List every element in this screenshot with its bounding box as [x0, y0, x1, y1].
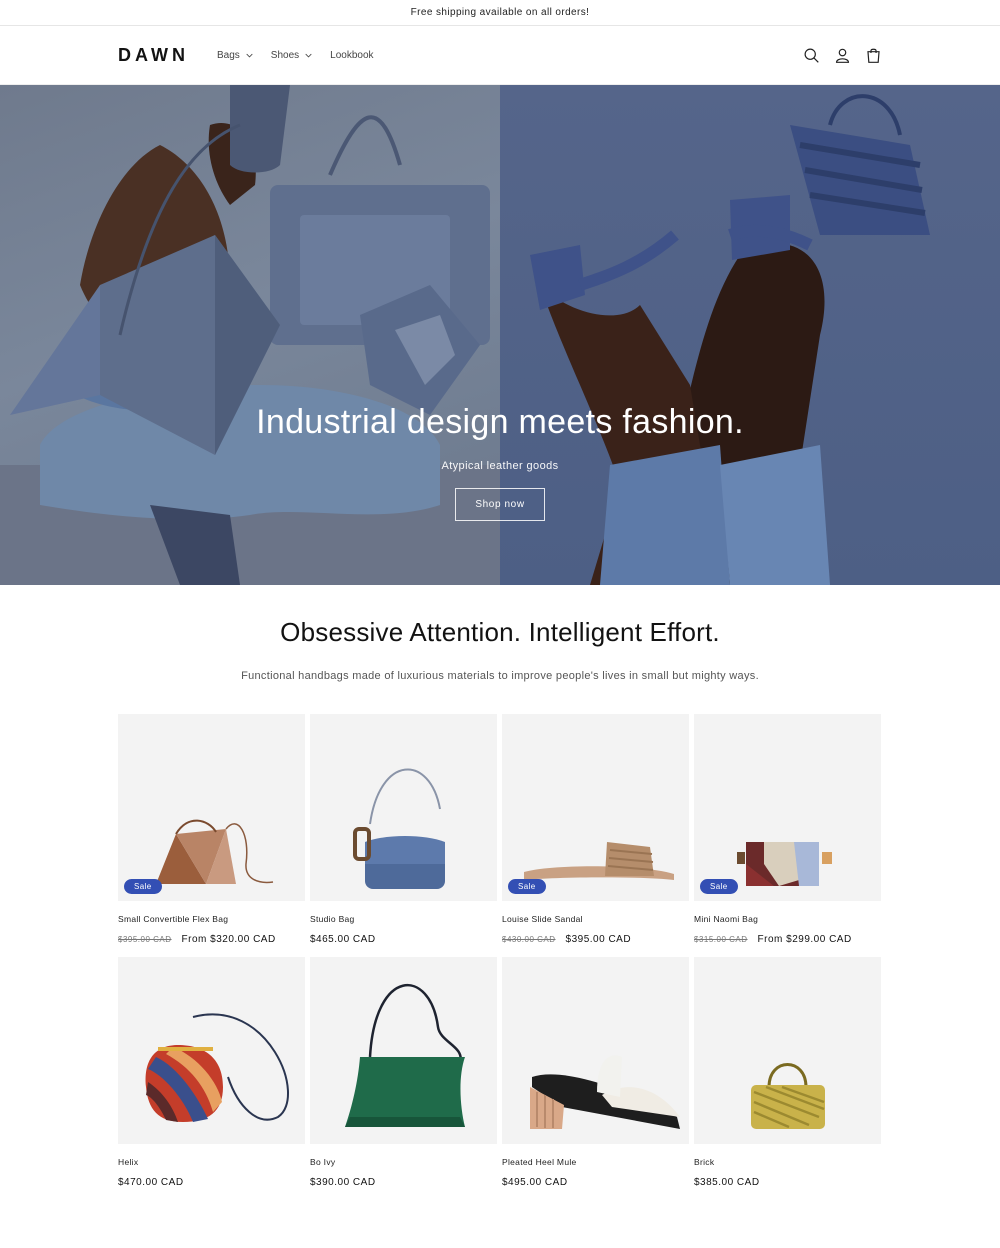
- mini-naomi-bag-illustration: [737, 842, 832, 886]
- sale-price: $395.00 CAD: [565, 934, 632, 945]
- product-image[interactable]: [310, 957, 497, 1144]
- product-name[interactable]: Pleated Heel Mule: [502, 1157, 689, 1167]
- account-icon[interactable]: [834, 47, 851, 64]
- product-image[interactable]: Sale: [694, 714, 881, 901]
- slide-sandal-illustration: [524, 842, 674, 886]
- hero-content: Industrial design meets fashion. Atypica…: [0, 403, 1000, 521]
- nav-item-label: Shoes: [270, 49, 300, 61]
- product-image[interactable]: Sale: [502, 714, 689, 901]
- price: $385.00 CAD: [694, 1177, 760, 1188]
- studio-bag-illustration: [353, 768, 445, 889]
- brick-bag-illustration: [751, 1063, 825, 1129]
- product-card[interactable]: Sale Louise Slide Sandal $430.00 CAD $39…: [502, 714, 689, 945]
- logo[interactable]: DAWN: [118, 45, 189, 66]
- product-card[interactable]: Pleated Heel Mule $495.00 CAD: [502, 957, 689, 1188]
- chevron-down-icon: [246, 53, 253, 57]
- shop-now-button[interactable]: Shop now: [455, 488, 545, 521]
- product-price: $470.00 CAD: [118, 1177, 305, 1188]
- pleated-heel-mule-illustration: [530, 1055, 680, 1129]
- product-card[interactable]: Bo Ivy $390.00 CAD: [310, 957, 497, 1188]
- cart-icon[interactable]: [865, 47, 882, 64]
- price: $495.00 CAD: [502, 1177, 568, 1188]
- product-price: $465.00 CAD: [310, 934, 497, 945]
- price: $390.00 CAD: [310, 1177, 376, 1188]
- intro-text: Functional handbags made of luxurious ma…: [241, 670, 759, 682]
- sale-price: From $299.00 CAD: [757, 934, 852, 945]
- product-image[interactable]: [694, 957, 881, 1144]
- header-icons: [803, 47, 882, 64]
- nav-item-lookbook[interactable]: Lookbook: [330, 50, 373, 61]
- product-name[interactable]: Louise Slide Sandal: [502, 914, 689, 924]
- product-card[interactable]: Brick $385.00 CAD: [694, 957, 881, 1188]
- compare-price: $395.00 CAD: [118, 935, 172, 944]
- product-image[interactable]: [310, 714, 497, 901]
- hero-title: Industrial design meets fashion.: [256, 403, 744, 441]
- sale-badge: Sale: [508, 879, 546, 894]
- product-image[interactable]: [118, 957, 305, 1144]
- product-name[interactable]: Bo Ivy: [310, 1157, 497, 1167]
- product-image[interactable]: Sale: [118, 714, 305, 901]
- product-price: $385.00 CAD: [694, 1177, 881, 1188]
- site-header: DAWN Bags Shoes Lookbook: [0, 26, 1000, 85]
- product-image[interactable]: [502, 957, 689, 1144]
- search-icon[interactable]: [803, 47, 820, 64]
- product-name[interactable]: Helix: [118, 1157, 305, 1167]
- product-price: $395.00 CAD From $320.00 CAD: [118, 934, 305, 945]
- main-nav: Bags Shoes Lookbook: [217, 50, 374, 61]
- nav-item-bags[interactable]: Bags: [217, 50, 253, 61]
- product-card[interactable]: Studio Bag $465.00 CAD: [310, 714, 497, 945]
- product-card[interactable]: Helix $470.00 CAD: [118, 957, 305, 1188]
- product-card[interactable]: Sale Mini Naomi Bag $315.00 CAD From $29…: [694, 714, 881, 945]
- nav-item-label: Lookbook: [330, 49, 374, 61]
- product-name[interactable]: Mini Naomi Bag: [694, 914, 881, 924]
- sale-badge: Sale: [124, 879, 162, 894]
- flex-bag-illustration: [156, 819, 274, 884]
- compare-price: $430.00 CAD: [502, 935, 556, 944]
- intro-section: Obsessive Attention. Intelligent Effort.…: [0, 585, 1000, 682]
- product-price: $315.00 CAD From $299.00 CAD: [694, 934, 881, 945]
- compare-price: $315.00 CAD: [694, 935, 748, 944]
- intro-heading: Obsessive Attention. Intelligent Effort.: [280, 617, 720, 647]
- hero-subtitle: Atypical leather goods: [441, 460, 559, 472]
- announcement-bar: Free shipping available on all orders!: [0, 0, 1000, 26]
- product-name[interactable]: Brick: [694, 1157, 881, 1167]
- product-price: $390.00 CAD: [310, 1177, 497, 1188]
- chevron-down-icon: [305, 53, 312, 57]
- sale-price: From $320.00 CAD: [181, 934, 276, 945]
- product-grid: Sale Small Convertible Flex Bag $395.00 …: [0, 714, 1000, 1188]
- product-price: $430.00 CAD $395.00 CAD: [502, 934, 689, 945]
- nav-item-label: Bags: [217, 49, 240, 61]
- product-name[interactable]: Small Convertible Flex Bag: [118, 914, 305, 924]
- hero-banner: Industrial design meets fashion. Atypica…: [0, 85, 1000, 585]
- price: $465.00 CAD: [310, 934, 376, 945]
- sale-badge: Sale: [700, 879, 738, 894]
- price: $470.00 CAD: [118, 1177, 184, 1188]
- nav-item-shoes[interactable]: Shoes: [271, 50, 312, 61]
- product-price: $495.00 CAD: [502, 1177, 689, 1188]
- product-card[interactable]: Sale Small Convertible Flex Bag $395.00 …: [118, 714, 305, 945]
- helix-bag-illustration: [145, 1013, 289, 1122]
- bo-ivy-bag-illustration: [345, 984, 465, 1127]
- product-name[interactable]: Studio Bag: [310, 914, 497, 924]
- announcement-text: Free shipping available on all orders!: [410, 7, 590, 18]
